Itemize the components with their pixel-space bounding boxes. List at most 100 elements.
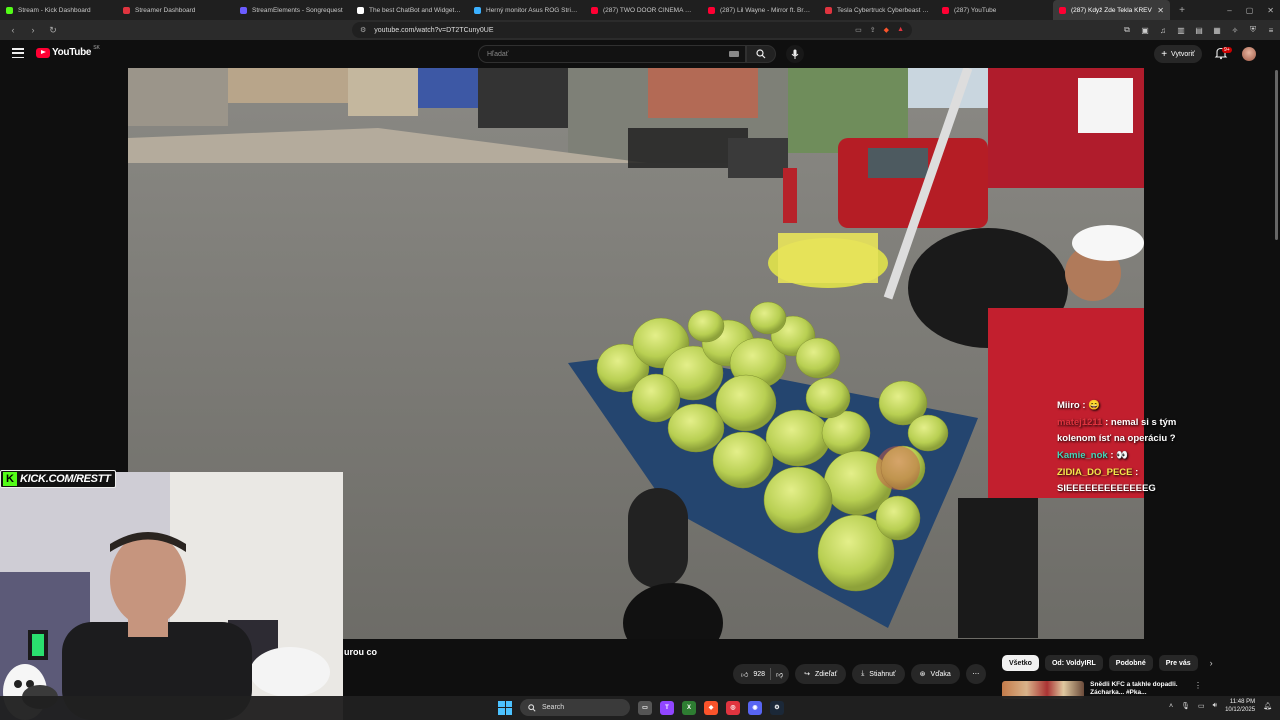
discord-icon[interactable]: ◉ — [748, 700, 762, 715]
extension-icon[interactable]: ▦ — [1212, 25, 1222, 35]
browser-tab[interactable]: Tesla Cybertruck Cyberbeast Electr — [819, 0, 936, 20]
like-count: 928 — [753, 670, 766, 678]
dislike-button[interactable]: 👎︎ — [776, 670, 783, 679]
account-avatar[interactable] — [1242, 47, 1256, 61]
chat-message: Miiro : 😄 — [1057, 398, 1217, 414]
extension-icon[interactable]: ⧉ — [1122, 25, 1132, 35]
divider — [770, 668, 772, 680]
search-icon — [528, 703, 536, 712]
microphone-icon — [791, 49, 799, 59]
chat-text: 👀 — [1113, 450, 1128, 461]
browser-tab[interactable]: (287) Lil Wayne - Mirror ft. Bruno — [702, 0, 819, 20]
url-field[interactable]: ⚙ youtube.com/watch?v=DT2TCuny0UE ▭ ⇪ ◆ … — [352, 22, 912, 38]
chip-all[interactable]: Všetko — [1002, 655, 1039, 671]
browser-tab[interactable]: Streamer Dashboard — [117, 0, 234, 20]
youtube-logo[interactable]: YouTube SK — [36, 45, 100, 58]
browser-tab[interactable]: The best ChatBot and Widgets for — [351, 0, 468, 20]
share-button[interactable]: ↪ Zdieľať — [795, 664, 847, 684]
windows-start-icon[interactable] — [498, 700, 512, 715]
more-actions-button[interactable]: ⋯ — [965, 664, 986, 684]
tab-favicon-icon — [591, 6, 598, 14]
chip-related[interactable]: Podobné — [1108, 655, 1153, 671]
app-icon[interactable]: ◎ — [726, 700, 740, 715]
browser-tab[interactable]: (287) YouTube — [936, 0, 1053, 20]
like-dislike-group: 👍︎ 928 👎︎ — [733, 664, 790, 684]
tab-label: Tesla Cybertruck Cyberbeast Electr — [837, 6, 930, 14]
chat-username: ZIDIA_DO_PECE — [1057, 467, 1133, 478]
chip-for-you[interactable]: Pre vás — [1158, 655, 1198, 671]
thanks-button[interactable]: ⊛ Vďaka — [910, 664, 960, 684]
notification-count-badge: 9+ — [1222, 47, 1232, 53]
chevron-up-icon[interactable]: ˄ — [1169, 703, 1173, 710]
search-input[interactable]: Hľadať — [478, 45, 746, 63]
excel-app-icon[interactable]: X — [682, 700, 696, 715]
taskbar-search[interactable]: Search — [520, 699, 630, 716]
new-tab-button[interactable]: + — [1174, 2, 1190, 18]
vpn-icon[interactable]: ⛨ — [1248, 25, 1258, 35]
chat-message: ZIDIA_DO_PECE : SIEEEEEEEEEEEEEG — [1057, 465, 1217, 497]
thanks-icon: ⊛ — [919, 671, 926, 678]
windows-taskbar: Search ▭ T X ◆ ◎ ◉ ⚙ ˄ 🎙︎ ▭ 🔊︎ 11:48 PM … — [0, 696, 1280, 720]
chat-message: matej1211 : nemal si s tým kolenom ísť n… — [1057, 415, 1217, 447]
share-icon: ↪ — [804, 671, 810, 678]
create-button[interactable]: + Vytvoriť — [1154, 45, 1202, 63]
chevron-right-icon[interactable]: › — [1210, 658, 1213, 668]
close-window-icon[interactable]: ✕ — [1267, 6, 1274, 15]
chat-username: Miiro — [1057, 400, 1080, 411]
keyboard-icon[interactable] — [729, 51, 739, 57]
like-button[interactable]: 👍︎ 928 — [741, 670, 765, 679]
tab-label: Stream - Kick Dashboard — [18, 6, 91, 14]
forward-icon[interactable]: › — [26, 23, 40, 37]
steam-icon[interactable]: ⚙ — [770, 700, 784, 715]
tab-favicon-icon — [6, 6, 13, 14]
leo-icon[interactable]: ✧ — [1230, 25, 1240, 35]
browser-tab[interactable]: (287) TWO DOOR CINEMA CLUB | — [585, 0, 702, 20]
chip-from-channel[interactable]: Od: VoldyIRL — [1044, 655, 1103, 671]
twitch-app-icon[interactable]: T — [660, 700, 674, 715]
browser-tab[interactable]: StreamElements - Songrequest — [234, 0, 351, 20]
browser-tab-strip: Stream - Kick Dashboard Streamer Dashboar… — [0, 0, 1280, 20]
chat-username: Kamie_nok — [1057, 450, 1108, 461]
voice-search-button[interactable] — [786, 45, 804, 63]
share-page-icon[interactable]: ⇪ — [870, 26, 876, 34]
site-info-icon[interactable]: ⚙ — [360, 26, 366, 34]
wallet-icon[interactable]: ▤ — [1194, 25, 1204, 35]
tab-favicon-icon — [357, 6, 364, 14]
tab-label: (287) Když Zde Tekla KREV — [1071, 6, 1152, 14]
download-icon: ⤓ — [861, 670, 865, 677]
microphone-tray-icon[interactable]: 🎙︎ — [1181, 702, 1190, 710]
cast-icon[interactable]: ▭ — [855, 26, 862, 34]
close-tab-icon[interactable]: ✕ — [1153, 6, 1164, 15]
video-title: urou co — [344, 647, 377, 657]
search-button[interactable] — [746, 45, 776, 63]
system-tray: ˄ 🎙︎ ▭ 🔊︎ 11:48 PM 10/12/2025 🔔︎ — [1169, 698, 1272, 714]
back-icon[interactable]: ‹ — [6, 23, 20, 37]
download-button[interactable]: ⤓ Stiahnuť — [852, 664, 905, 684]
page-scrollbar[interactable] — [1275, 70, 1278, 240]
task-view-icon[interactable]: ▭ — [638, 700, 652, 715]
brave-rewards-icon[interactable]: ▲ — [897, 26, 904, 34]
maximize-icon[interactable]: ▢ — [1246, 6, 1254, 15]
taskbar-apps: Search ▭ T X ◆ ◎ ◉ ⚙ — [498, 699, 784, 716]
webcam-image — [0, 472, 343, 720]
brave-browser-icon[interactable]: ◆ — [704, 700, 718, 715]
reload-icon[interactable]: ↻ — [46, 23, 60, 37]
browser-tab[interactable]: Stream - Kick Dashboard — [0, 0, 117, 20]
browser-tab[interactable]: Herný monitor Asus ROG Strix OLI — [468, 0, 585, 20]
clock[interactable]: 11:48 PM 10/12/2025 — [1225, 698, 1255, 714]
menu-icon[interactable]: ≡ — [1266, 25, 1276, 35]
hamburger-menu-icon[interactable] — [12, 48, 24, 58]
chat-username: matej1211 — [1057, 417, 1103, 428]
media-icon[interactable]: ♫ — [1158, 25, 1168, 35]
brave-shield-icon[interactable]: ◆ — [884, 26, 889, 34]
network-icon[interactable]: ▭ — [1198, 702, 1205, 710]
minimize-icon[interactable]: – — [1227, 6, 1231, 15]
notifications-tray-icon[interactable]: 🔔︎ — [1263, 702, 1272, 710]
recommendation-chips: Všetko Od: VoldyIRL Podobné Pre vás › — [1002, 655, 1213, 671]
sidebar-icon[interactable]: ▥ — [1176, 25, 1186, 35]
extension-icon[interactable]: ▣ — [1140, 25, 1150, 35]
window-controls: – ▢ ✕ — [1227, 0, 1274, 20]
volume-icon[interactable]: 🔊︎ — [1213, 702, 1217, 710]
chat-text: 😄 — [1085, 400, 1100, 411]
browser-tab[interactable]: (287) Když Zde Tekla KREV ✕ — [1053, 0, 1170, 20]
